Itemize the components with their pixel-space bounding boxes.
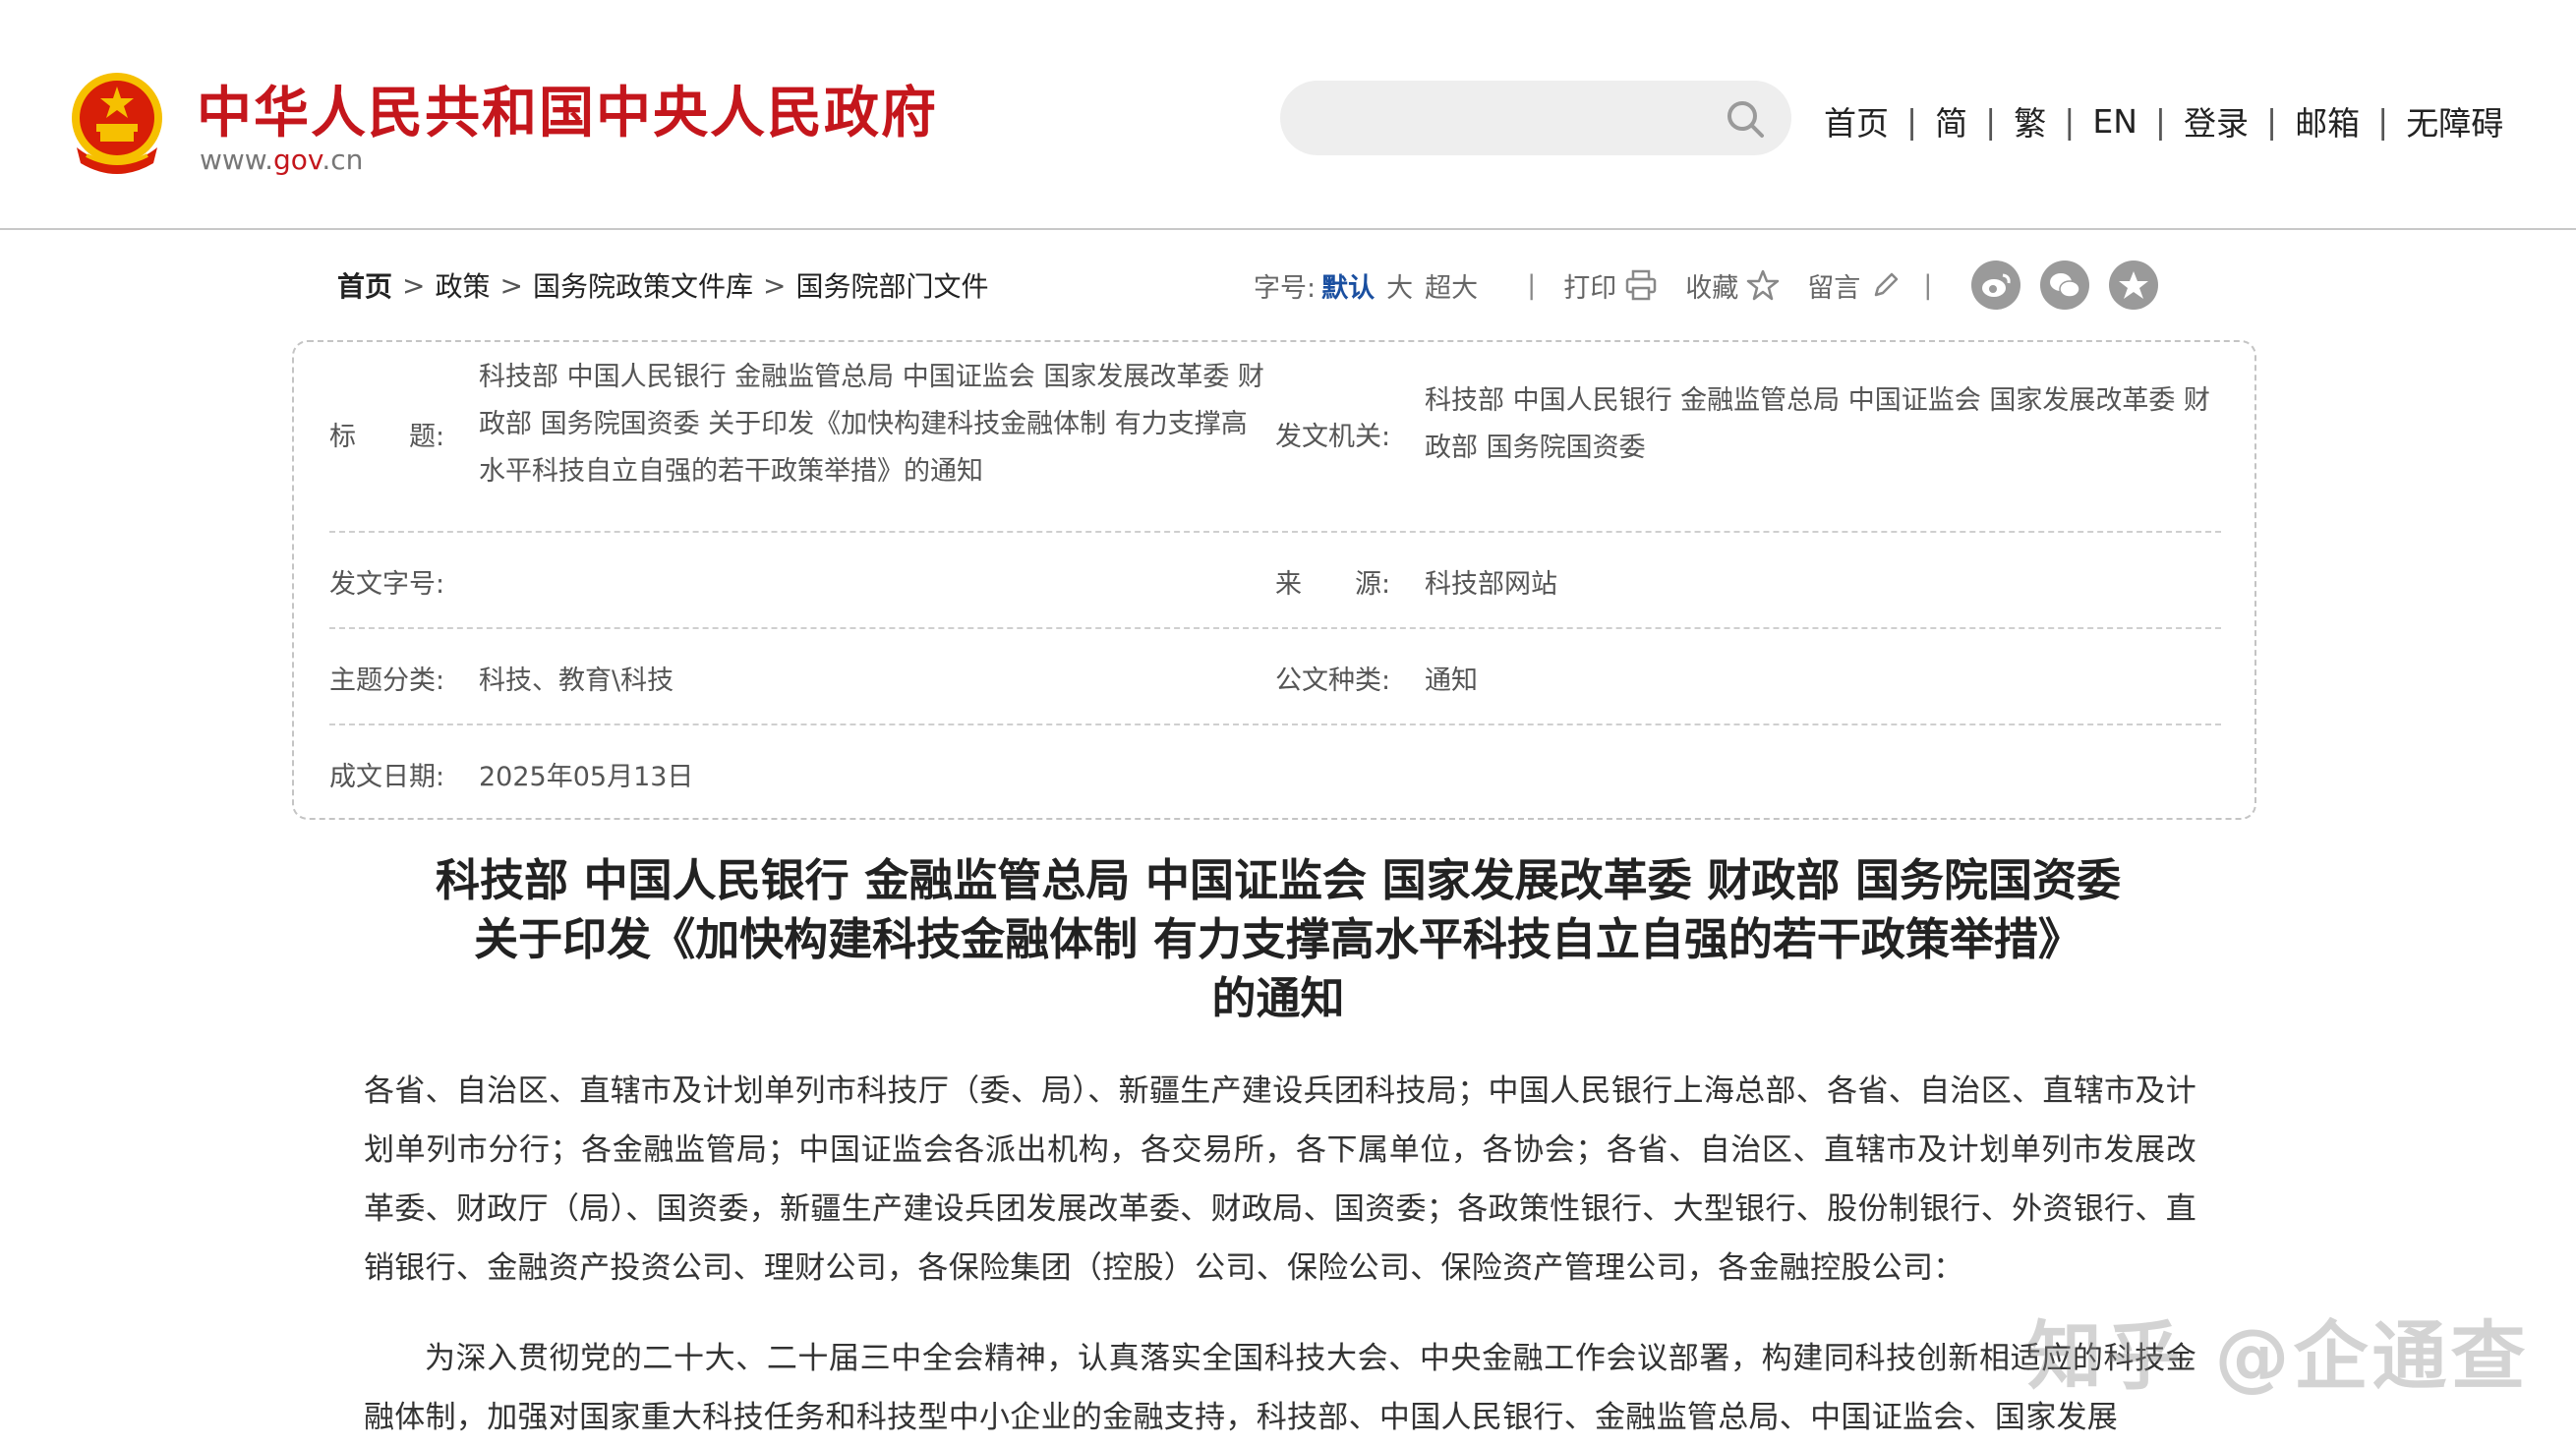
watermark: 知乎 @企通查 <box>2027 1312 2530 1400</box>
breadcrumb-policy[interactable]: 政策 <box>435 265 490 305</box>
doctype-label: 公文种类: <box>1275 666 1391 696</box>
topic-value: 科技、教育\科技 <box>479 666 674 696</box>
nav-separator: | <box>2266 101 2278 141</box>
font-size-default[interactable]: 默认 <box>1321 266 1375 305</box>
source-value: 科技部网站 <box>1425 569 1557 600</box>
source-label: 来 源: <box>1275 569 1391 600</box>
topic-label: 主题分类: <box>329 666 445 696</box>
site-header: 中华人民共和国中央人民政府 www.gov.cn 首页 | 简 | 繁 | EN… <box>0 0 2576 230</box>
info-row-docno: 发文字号: 来 源: 科技部网站 <box>329 531 2221 629</box>
breadcrumb-arrow: > <box>762 268 787 302</box>
pencil-icon[interactable] <box>1868 268 1902 302</box>
top-nav: 首页 | 简 | 繁 | EN | 登录 | 邮箱 | 无障碍 <box>1824 96 2503 145</box>
breadcrumb-arrow: > <box>402 268 426 302</box>
font-size-xlarge[interactable]: 超大 <box>1425 266 1478 305</box>
nav-separator: | <box>2377 101 2389 141</box>
nav-separator: | <box>1985 101 1997 141</box>
star-icon[interactable] <box>1746 268 1780 302</box>
domain-gov: gov <box>273 144 322 176</box>
print-button[interactable]: 打印 <box>1563 266 1616 305</box>
nav-accessibility[interactable]: 无障碍 <box>2406 97 2503 145</box>
nav-separator: | <box>2064 101 2076 141</box>
article-title: 科技部 中国人民银行 金融监管总局 中国证监会 国家发展改革委 财政部 国务院国… <box>295 851 2261 1028</box>
site-title[interactable]: 中华人民共和国中央人民政府 <box>197 69 938 148</box>
breadcrumb-arrow: > <box>499 268 523 302</box>
article-paragraph-recipients: 各省、自治区、直辖市及计划单列市科技厅（委、局）、新疆生产建设兵团科技局；中国人… <box>364 1073 2196 1286</box>
national-emblem-icon[interactable] <box>67 69 167 175</box>
favorite-button[interactable]: 收藏 <box>1685 266 1738 305</box>
printer-icon[interactable] <box>1624 268 1658 302</box>
article-paragraph-body: 为深入贯彻党的二十大、二十届三中全会精神，认真落实全国科技大会、中央金融工作会议… <box>364 1341 2196 1435</box>
date-value: 2025年05月13日 <box>479 762 694 792</box>
toolbar-separator: | <box>1527 269 1537 301</box>
nav-login[interactable]: 登录 <box>2184 97 2249 145</box>
issuer-label: 发文机关: <box>1275 422 1391 452</box>
toolbar-separator: | <box>1923 269 1933 301</box>
comment-button[interactable]: 留言 <box>1807 266 1860 305</box>
info-row-topic: 主题分类: 科技、教育\科技 公文种类: 通知 <box>329 627 2221 725</box>
nav-traditional[interactable]: 繁 <box>2014 97 2046 145</box>
title-value: 科技部 中国人民银行 金融监管总局 中国证监会 国家发展改革委 财政部 国务院国… <box>479 362 1264 487</box>
doctype-value: 通知 <box>1425 666 1478 696</box>
breadcrumb: 首页 > 政策 > 国务院政策文件库 > 国务院部门文件 <box>337 265 988 305</box>
search-input[interactable] <box>1280 81 1791 155</box>
article-title-line: 关于印发《加快构建科技金融体制 有力支撑高水平科技自立自强的若干政策举措》 <box>474 913 2082 965</box>
document-info-card: 标 题: 科技部 中国人民银行 金融监管总局 中国证监会 国家发展改革委 财政部… <box>292 340 2256 820</box>
article-title-line: 的通知 <box>1211 972 1345 1024</box>
date-label: 成文日期: <box>329 762 445 792</box>
info-row-title: 标 题: 科技部 中国人民银行 金融监管总局 中国证监会 国家发展改革委 财政部… <box>329 342 2221 533</box>
search-icon[interactable] <box>1725 98 1766 140</box>
nav-separator: | <box>1906 101 1918 141</box>
breadcrumb-home[interactable]: 首页 <box>337 265 392 305</box>
breadcrumb-dept-docs[interactable]: 国务院部门文件 <box>795 265 988 305</box>
domain-suffix: .cn <box>322 144 364 176</box>
nav-simplified[interactable]: 简 <box>1935 97 1967 145</box>
nav-separator: | <box>2154 101 2167 141</box>
nav-mail[interactable]: 邮箱 <box>2295 97 2360 145</box>
issuer-value: 科技部 中国人民银行 金融监管总局 中国证监会 国家发展改革委 财政部 国务院国… <box>1425 385 2210 463</box>
nav-english[interactable]: EN <box>2092 102 2137 141</box>
title-label: 标 题: <box>329 422 445 452</box>
site-domain: www.gov.cn <box>200 144 363 176</box>
wechat-icon[interactable] <box>2040 260 2090 310</box>
nav-home[interactable]: 首页 <box>1824 97 1889 145</box>
qzone-icon[interactable] <box>2109 260 2159 310</box>
docno-label: 发文字号: <box>329 569 445 600</box>
font-size-label: 字号: <box>1254 272 1317 304</box>
font-size-large[interactable]: 大 <box>1386 266 1413 305</box>
article-toolbar: 字号: 默认 大 超大 | 打印 收藏 留言 | <box>1254 258 2178 313</box>
article-title-line: 科技部 中国人民银行 金融监管总局 中国证监会 国家发展改革委 财政部 国务院国… <box>435 854 2121 906</box>
domain-prefix: www. <box>200 144 274 176</box>
info-row-date: 成文日期: 2025年05月13日 <box>329 724 2221 820</box>
weibo-icon[interactable] <box>1971 260 2021 310</box>
breadcrumb-policy-library[interactable]: 国务院政策文件库 <box>533 265 753 305</box>
